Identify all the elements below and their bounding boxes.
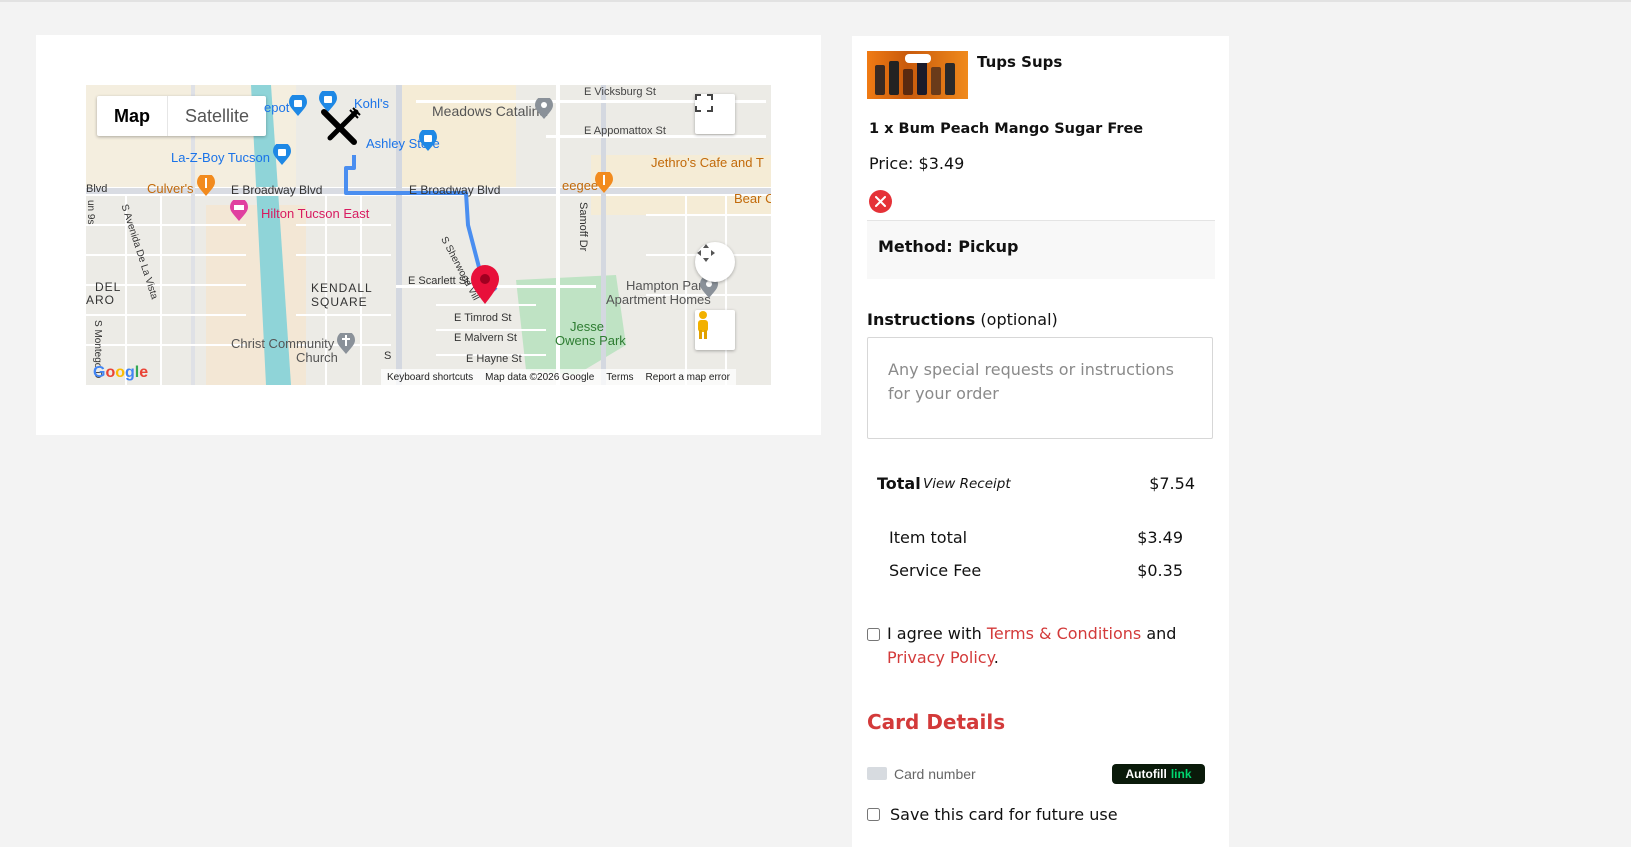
cart-item-price: Price: $3.49 [869, 154, 965, 173]
autofill-label: Autofill [1125, 767, 1167, 781]
street-label: E Hayne St [466, 353, 522, 365]
order-summary-panel: Tups Sups 1 x Bum Peach Mango Sugar Free… [852, 36, 1229, 847]
poi-label: Meadows Catalina [432, 103, 548, 119]
period-text: . [993, 648, 999, 667]
area-label: SQUARE [311, 295, 368, 309]
keyboard-shortcuts-link[interactable]: Keyboard shortcuts [387, 372, 473, 383]
instructions-textarea[interactable] [867, 337, 1213, 439]
shopping-pin-icon[interactable] [418, 130, 438, 152]
link-logo: link [1170, 767, 1192, 781]
poi-label: Bear C [734, 191, 771, 206]
fullscreen-button[interactable] [695, 94, 735, 134]
area-label: KENDALL [311, 281, 373, 295]
street-label: E Broadway Blvd [409, 183, 501, 197]
google-logo: Google [93, 364, 149, 381]
street-label: E Scarlett St [408, 275, 470, 287]
route-map[interactable]: Map Satellite E Vicksburg St Meadows Cat… [86, 85, 771, 385]
service-fee-label: Service Fee [889, 561, 982, 580]
shopping-pin-icon[interactable] [272, 144, 292, 166]
cart-item-name: 1 x Bum Peach Mango Sugar Free [869, 121, 1144, 137]
street-label: E Malvern St [454, 332, 517, 344]
move-arrows-icon [697, 244, 715, 262]
street-label: Samoff Dr [577, 202, 589, 252]
agree-text: I agree with [887, 624, 982, 643]
area-label: DEL [95, 280, 122, 294]
close-icon [875, 196, 886, 207]
restaurant-marker-icon[interactable] [320, 106, 362, 148]
poi-label: Hampton Park [626, 278, 710, 293]
street-label: Blvd [86, 183, 108, 195]
poi-label: Christ Community [231, 336, 335, 351]
pegman-icon [698, 311, 708, 339]
street-label: E Vicksburg St [584, 86, 656, 98]
poi-label: Owens Park [555, 333, 626, 348]
street-label: S [384, 350, 392, 362]
street-label: E Appomattox St [584, 125, 666, 137]
method-box: Method: Pickup [867, 220, 1215, 279]
service-fee-value: $0.35 [1137, 561, 1183, 580]
camera-control-button[interactable] [695, 242, 735, 282]
view-receipt-link[interactable]: View Receipt [923, 476, 1011, 492]
map-card: Map Satellite E Vicksburg St Meadows Cat… [36, 35, 821, 435]
map-attribution: Keyboard shortcuts Map data ©2026 Google… [381, 369, 737, 385]
terms-link[interactable]: Terms [606, 372, 633, 383]
top-divider [0, 0, 1631, 2]
total-value: $7.54 [1149, 474, 1195, 493]
street-label: un 9s [86, 200, 96, 225]
store-thumbnail [867, 51, 968, 99]
total-label: Total [877, 474, 921, 493]
church-pin-icon[interactable] [336, 333, 356, 355]
map-type-satellite-button[interactable]: Satellite [168, 96, 266, 136]
fulfillment-method: Method: Pickup [878, 237, 1019, 256]
street-label: E Broadway Blvd [231, 183, 323, 197]
street-view-pegman-button[interactable] [695, 310, 735, 350]
poi-label: La-Z-Boy Tucson [171, 150, 270, 165]
card-number-input[interactable]: Card number [894, 766, 976, 782]
area-label: ARO [86, 293, 116, 307]
poi-label: Hilton Tucson East [261, 206, 370, 221]
street-label: E Timrod St [454, 312, 512, 324]
restaurant-pin-icon[interactable] [594, 172, 614, 194]
card-details-heading: Card Details [867, 710, 1006, 734]
autofill-link-button[interactable]: Autofill link [1112, 764, 1205, 784]
item-total-value: $3.49 [1137, 528, 1183, 547]
place-pin-icon[interactable] [534, 98, 554, 120]
store-name: Tups Sups [977, 53, 1063, 71]
save-card-checkbox[interactable] [867, 808, 880, 821]
hotel-pin-icon[interactable] [229, 200, 249, 222]
instructions-label: Instructions (optional) [867, 310, 1058, 329]
poi-label: Jethro's Cafe and T [651, 155, 764, 170]
terms-conditions-link[interactable]: Terms & Conditions [987, 624, 1141, 643]
shopping-pin-icon[interactable] [288, 95, 308, 117]
agree-terms-checkbox[interactable] [867, 628, 880, 641]
credit-card-icon [867, 767, 887, 780]
poi-label: epot [264, 100, 290, 115]
poi-label: Culver's [147, 181, 194, 196]
save-card-row: Save this card for future use [867, 805, 1118, 824]
item-total-label: Item total [889, 528, 968, 547]
poi-label: Church [296, 350, 338, 365]
map-type-map-button[interactable]: Map [97, 96, 168, 136]
destination-pin-icon[interactable] [470, 265, 500, 305]
remove-item-button[interactable] [869, 190, 892, 213]
save-card-label: Save this card for future use [890, 805, 1118, 824]
privacy-policy-link[interactable]: Privacy Policy [887, 648, 994, 667]
poi-label: Apartment Homes [606, 292, 711, 307]
fullscreen-icon [695, 94, 713, 112]
and-text: and [1146, 624, 1177, 643]
map-type-control: Map Satellite [97, 96, 267, 136]
poi-label: Jesse [570, 319, 604, 334]
map-data-text: Map data ©2026 Google [485, 371, 595, 383]
restaurant-pin-icon[interactable] [196, 175, 216, 197]
report-error-link[interactable]: Report a map error [646, 372, 730, 383]
